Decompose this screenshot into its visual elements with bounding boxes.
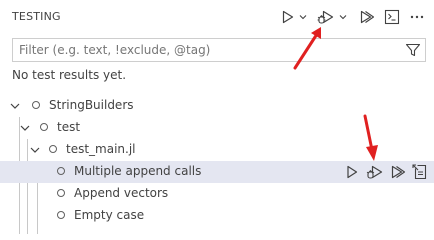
chevron-down-icon[interactable] <box>28 143 42 157</box>
go-to-test-icon[interactable] <box>412 164 428 180</box>
chevron-down-icon <box>339 15 347 20</box>
row-actions <box>342 161 432 183</box>
run-with-coverage-button[interactable] <box>357 7 375 27</box>
test-results-message: No test results yet. <box>12 68 127 82</box>
test-status-icon <box>57 167 65 175</box>
chevron-down-icon[interactable] <box>8 99 22 113</box>
run-test-icon[interactable] <box>344 164 360 180</box>
tree-item-label: StringBuilders <box>49 98 134 112</box>
tree-item-multiple-append-calls[interactable]: Multiple append calls <box>0 161 434 183</box>
tree-item-stringbuilders[interactable]: StringBuilders <box>0 95 434 117</box>
panel-title: TESTING <box>12 10 61 23</box>
tree-item-label: Append vectors <box>74 186 169 200</box>
test-status-icon <box>40 123 48 131</box>
more-actions-button[interactable] <box>408 7 426 27</box>
tree-item-label: Multiple append calls <box>74 164 202 178</box>
test-status-icon <box>49 145 57 153</box>
tree-item-label: test_main.jl <box>66 142 136 156</box>
chevron-down-icon <box>299 15 307 20</box>
tree-item-test-main-jl[interactable]: test_main.jl <box>0 139 434 161</box>
run-tests-icon <box>282 10 294 24</box>
panel-header: TESTING <box>0 0 434 34</box>
filter-icon[interactable] <box>405 42 421 58</box>
chevron-down-icon[interactable] <box>18 121 32 135</box>
tree-item-test[interactable]: test <box>0 117 434 139</box>
filter-box <box>12 38 426 62</box>
tree-item-label: test <box>57 120 81 134</box>
debug-test-icon[interactable] <box>366 164 384 180</box>
run-coverage-icon[interactable] <box>389 164 407 180</box>
test-status-icon <box>57 189 65 197</box>
debug-tests-button[interactable] <box>316 7 336 27</box>
run-tests-button[interactable] <box>280 7 296 27</box>
test-status-icon <box>57 211 65 219</box>
show-output-icon <box>384 9 400 25</box>
filter-input[interactable] <box>13 39 393 61</box>
testing-panel: TESTING Filter (e.g. text, !exclude, @ta… <box>0 0 434 234</box>
run-with-coverage-icon <box>360 10 375 24</box>
tree-item-append-vectors[interactable]: Append vectors <box>0 183 434 205</box>
tree-item-empty-case[interactable]: Empty case <box>0 205 434 227</box>
tree-item-label: Empty case <box>74 208 145 222</box>
debug-tests-dropdown[interactable] <box>337 7 349 27</box>
debug-tests-icon <box>317 10 334 24</box>
show-output-button[interactable] <box>383 7 401 27</box>
run-tests-dropdown[interactable] <box>297 7 309 27</box>
more-actions-icon <box>410 15 424 19</box>
test-status-icon <box>32 101 40 109</box>
